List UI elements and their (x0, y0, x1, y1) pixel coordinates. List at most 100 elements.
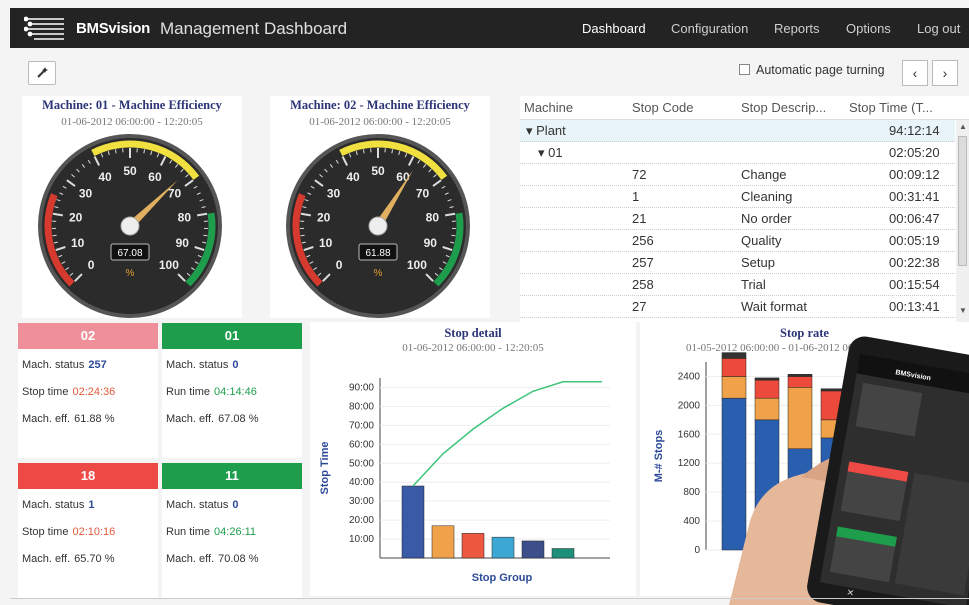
gauge-tick-label: 0 (88, 258, 95, 272)
time-value: 02:10:16 (72, 526, 116, 538)
table-row[interactable]: ▾ Plant 94:12:14 (520, 120, 955, 142)
cell-stop-time: 00:09:12 (889, 167, 940, 182)
nav-logout[interactable]: Log out (917, 21, 960, 36)
machine-status-card[interactable]: 18 Mach. status 1 Stop time 02:10:16 Mach. ef… (18, 463, 158, 598)
table-row[interactable]: 256 Quality 00:05:19 (520, 230, 955, 252)
cell-machine: ▾ Plant (526, 123, 566, 138)
cell-stop-time: 00:22:38 (889, 255, 940, 270)
cell-stop-time: 00:31:41 (889, 189, 940, 204)
time-value: 02:24:36 (72, 386, 116, 398)
card-time-row: Run time 04:14:46 (166, 386, 257, 398)
column-header-machine[interactable]: Machine (524, 100, 573, 115)
efficiency-label: Mach. eff. (166, 413, 215, 425)
cell-stop-code: 258 (632, 277, 654, 292)
circuit-logo-icon (24, 16, 64, 40)
card-efficiency-row: Mach. eff. 61.88 % (22, 413, 114, 425)
machine-status-card[interactable]: 11 Mach. status 0 Run time 04:26:11 Mach. eff… (162, 463, 302, 598)
gauge-tick-label: 40 (346, 170, 360, 184)
gauge-tick-label: 50 (123, 164, 137, 178)
footer-divider (10, 598, 969, 599)
scroll-up-icon[interactable]: ▲ (959, 122, 967, 131)
nav-options[interactable]: Options (846, 21, 891, 36)
y-tick-label: 30:00 (349, 496, 374, 507)
gauge-tick-label: 70 (168, 187, 182, 201)
efficiency-value: 67.08 % (218, 413, 259, 425)
cell-stop-description: Change (741, 167, 787, 182)
grid-scrollbar[interactable]: ▲ ▼ (956, 120, 969, 322)
table-row[interactable]: 21 No order 00:06:47 (520, 208, 955, 230)
table-row[interactable]: 258 Trial 00:15:54 (520, 274, 955, 296)
card-status-row: Mach. status 257 (22, 359, 107, 371)
card-efficiency-row: Mach. eff. 65.70 % (22, 553, 114, 565)
cell-stop-time: 00:13:41 (889, 299, 940, 314)
cell-stop-code: 1 (632, 189, 640, 204)
brand-name: BMSvision (76, 20, 150, 37)
nav-configuration[interactable]: Configuration (671, 21, 748, 36)
gauge-tick-label: 40 (98, 170, 112, 184)
column-header-stop-time[interactable]: Stop Time (T... (849, 100, 933, 115)
status-label: Mach. status (22, 499, 85, 511)
card-machine-id: 18 (18, 463, 158, 489)
y-tick-label: 90:00 (349, 382, 374, 393)
table-row[interactable]: 72 Change 00:09:12 (520, 164, 955, 186)
y-tick-label: 800 (683, 487, 700, 498)
y-tick-label: 1600 (678, 429, 701, 440)
machine-status-card[interactable]: 02 Mach. status 257 Stop time 02:24:36 Mach. … (18, 323, 158, 458)
time-value: 04:14:46 (214, 386, 257, 398)
y-tick-label: 0 (694, 545, 700, 556)
machine-status-card[interactable]: 01 Mach. status 0 Run time 04:14:46 Mach. eff… (162, 323, 302, 458)
stop-detail-plot: 10:00 20:00 30:00 40:00 50:00 60:00 70:00 80:00… (319, 378, 610, 584)
grid-header: Machine Stop Code Stop Descrip... Stop T… (520, 96, 969, 120)
cell-stop-time: 00:05:19 (889, 233, 940, 248)
status-value: 0 (232, 499, 239, 511)
magic-wand-button[interactable] (28, 61, 56, 85)
column-header-stop-description[interactable]: Stop Descrip... (741, 100, 826, 115)
y-tick-label: 2400 (678, 371, 701, 382)
gauge-tick-label: 10 (319, 236, 333, 250)
gauge-tick-label: 50 (371, 164, 385, 178)
gauge-tick-label: 20 (317, 210, 331, 224)
efficiency-gauge: 010 20 30 40 50 60 70 80 90 100 61.88% (286, 134, 470, 318)
stop-detail-chart: Stop detail 01-06-2012 06:00:00 - 12:20:… (310, 322, 636, 596)
gauge-tick-label: 60 (148, 170, 162, 184)
nav-reports[interactable]: Reports (774, 21, 820, 36)
gauge-unit: % (126, 268, 135, 279)
card-status-row: Mach. status 0 (166, 359, 238, 371)
efficiency-value: 70.08 % (218, 553, 259, 565)
cell-stop-description: Trial (741, 277, 766, 292)
cell-machine: ▾ 01 (538, 145, 563, 160)
bar (491, 536, 515, 559)
table-row[interactable]: 257 Setup 00:22:38 (520, 252, 955, 274)
gauge-tick-label: 80 (178, 210, 192, 224)
cell-stop-code: 72 (632, 167, 647, 182)
gauge-panel-machine-01: Machine: 01 - Machine Efficiency 01-06-2… (22, 96, 242, 318)
cell-stop-code: 21 (632, 211, 647, 226)
table-row[interactable]: 1 Cleaning 00:31:41 (520, 186, 955, 208)
time-label: Stop time (22, 526, 69, 538)
gauge-value: 61.88 (365, 248, 390, 259)
column-header-stop-code[interactable]: Stop Code (632, 100, 693, 115)
gauge-tick-label: 60 (396, 170, 410, 184)
cell-stop-code: 257 (632, 255, 654, 270)
scrollbar-thumb[interactable] (958, 136, 967, 266)
prev-page-button[interactable]: ‹ (902, 60, 928, 86)
auto-page-turning-toggle[interactable]: Automatic page turning (739, 63, 885, 77)
gauge-tick (300, 234, 305, 237)
nav-dashboard[interactable]: Dashboard (582, 21, 646, 36)
card-time-row: Run time 04:26:11 (166, 526, 256, 538)
y-tick-label: 20:00 (349, 515, 374, 526)
gauge-needle-hub (368, 216, 388, 236)
gauge-tick-label: 20 (69, 210, 83, 224)
cell-stop-description: Quality (741, 233, 782, 248)
table-row[interactable]: 27 Wait format 00:13:41 (520, 296, 955, 318)
scroll-down-icon[interactable]: ▼ (959, 306, 967, 315)
cell-stop-code: 27 (632, 299, 647, 314)
time-value: 04:26:11 (214, 526, 257, 538)
table-row[interactable]: ▾ 01 02:05:20 (520, 142, 955, 164)
checkbox[interactable] (739, 64, 750, 75)
status-label: Mach. status (22, 359, 85, 371)
cell-stop-time: 02:05:20 (889, 145, 940, 160)
cell-stop-description: Wait format (741, 299, 807, 314)
next-page-button[interactable]: › (932, 60, 958, 86)
y-tick-label: 400 (683, 516, 700, 527)
